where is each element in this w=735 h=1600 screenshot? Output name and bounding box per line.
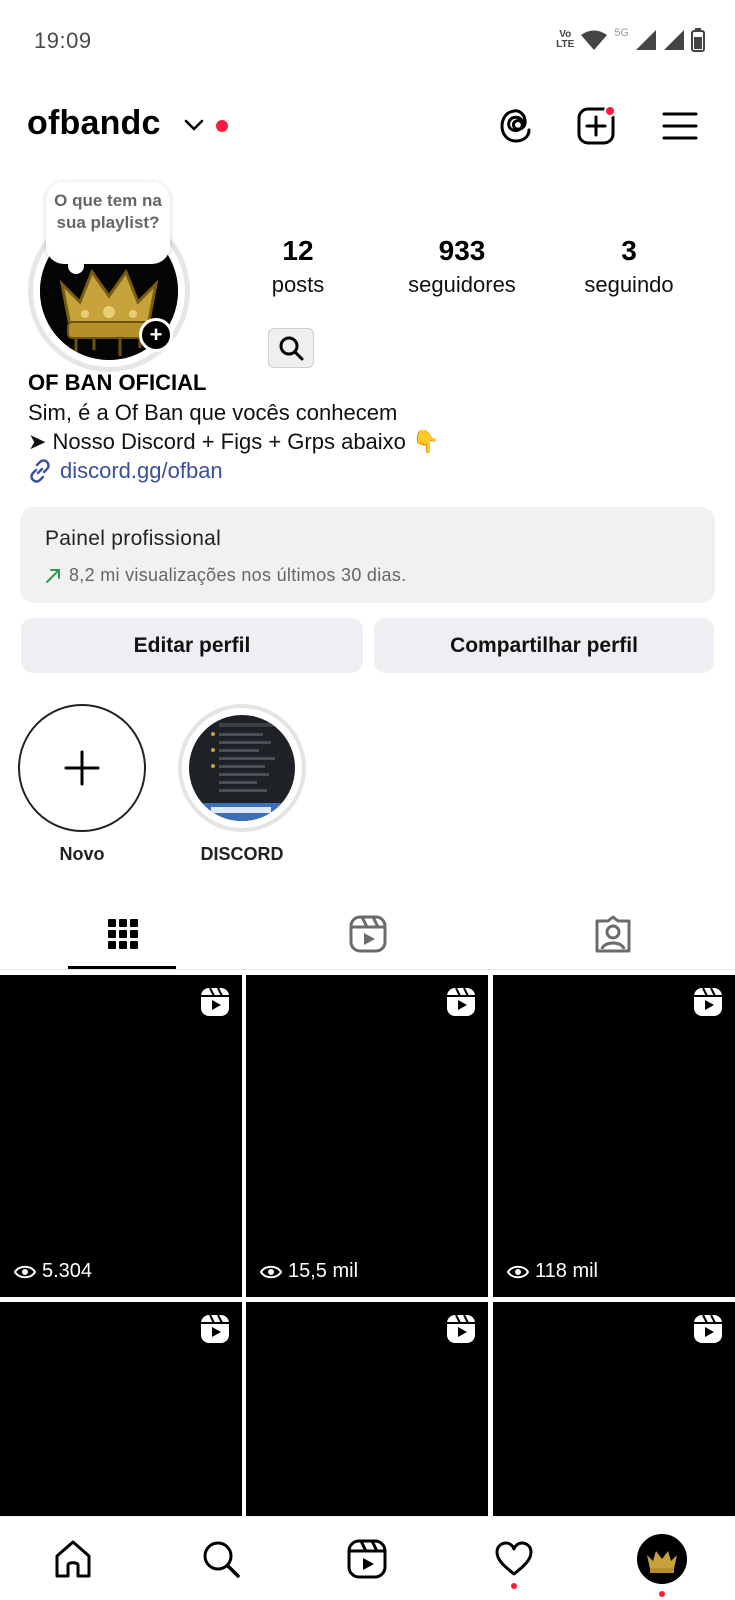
profile-avatar	[637, 1534, 687, 1584]
search-icon	[203, 1541, 240, 1578]
grid-post[interactable]: 118 mil	[493, 975, 735, 1297]
note-text: O que tem na sua playlist?	[54, 191, 162, 232]
stat-posts-value: 12	[282, 235, 314, 266]
notification-dot	[216, 120, 228, 132]
post-views-count: 5.304	[42, 1260, 93, 1282]
new-highlight-circle[interactable]	[18, 704, 146, 832]
status-bar: 19:09 Vo LTE 5G	[0, 0, 735, 84]
reel-icon	[447, 1314, 475, 1343]
fiveg-label: 5G	[614, 27, 629, 39]
stat-posts-label: posts	[271, 272, 325, 297]
create-notification-dot	[604, 105, 616, 117]
note-bubble-tail	[68, 258, 84, 274]
post-views: 15,5 mil	[260, 1260, 358, 1283]
stat-followers-value: 933	[438, 235, 486, 266]
edit-profile-button[interactable]: Editar perfil	[21, 618, 363, 673]
post-views-count: 118 mil	[535, 1260, 598, 1282]
discord-highlight-circle[interactable]	[178, 704, 306, 832]
reel-icon	[447, 987, 475, 1016]
reel-icon	[201, 987, 229, 1016]
professional-dashboard[interactable]: Painel profissional 8,2 mi visualizações…	[20, 507, 715, 603]
stat-posts[interactable]: 12 posts	[258, 234, 338, 302]
home-icon	[55, 1540, 91, 1578]
threads-icon	[500, 109, 531, 143]
nav-profile[interactable]	[617, 1517, 707, 1600]
stat-following-label: seguindo	[584, 272, 674, 297]
pro-panel-title: Painel profissional	[45, 527, 222, 550]
tab-reels[interactable]	[245, 898, 490, 970]
highlight-label-new: Novo	[59, 844, 105, 864]
share-profile-button[interactable]: Compartilhar perfil	[374, 618, 714, 673]
bio-link[interactable]: discord.gg/ofban	[28, 458, 223, 484]
pro-panel-subtitle: 8,2 mi visualizações nos últimos 30 dias…	[45, 565, 406, 586]
grid-icon	[107, 919, 138, 949]
signal-icon	[636, 30, 656, 50]
account-switcher[interactable]: ofbandc	[27, 104, 161, 143]
grid-post[interactable]: 5.304	[0, 975, 242, 1297]
reel-icon	[694, 987, 722, 1016]
stat-following[interactable]: 3 seguindo	[568, 234, 690, 302]
bio-line-2: ➤ Nosso Discord + Figs + Grps abaixo 👇	[28, 429, 440, 454]
reels-icon	[349, 915, 386, 953]
status-icons: Vo LTE 5G	[556, 27, 705, 52]
reels-icon	[347, 1539, 387, 1579]
volte-icon: Vo LTE	[556, 29, 575, 50]
nav-home[interactable]	[28, 1517, 118, 1600]
note-bubble[interactable]: O que tem na sua playlist?	[46, 182, 170, 274]
status-time: 19:09	[34, 28, 92, 53]
create-button[interactable]	[574, 104, 618, 148]
eye-icon	[260, 1265, 282, 1278]
nav-activity[interactable]	[469, 1517, 559, 1600]
eye-icon	[507, 1265, 529, 1278]
profile-notification-dot	[659, 1591, 665, 1597]
active-tab-indicator	[68, 966, 176, 969]
tab-grid[interactable]	[0, 898, 245, 970]
profile-tabs	[0, 898, 735, 970]
activity-notification-dot	[511, 1583, 517, 1589]
highlight-label-discord: DISCORD	[200, 844, 284, 864]
reel-icon	[201, 1314, 229, 1343]
profile-search-button[interactable]	[268, 328, 314, 368]
post-views-count: 15,5 mil	[288, 1260, 359, 1282]
chevron-down-icon[interactable]	[184, 118, 204, 132]
add-story-button[interactable]: +	[139, 318, 173, 352]
menu-button[interactable]	[658, 104, 702, 148]
post-views: 118 mil	[507, 1260, 598, 1283]
threads-button[interactable]	[494, 104, 538, 148]
search-icon	[279, 336, 304, 361]
heart-icon	[495, 1541, 533, 1576]
battery-icon	[691, 28, 705, 52]
reel-icon	[694, 1314, 722, 1343]
tagged-icon	[595, 915, 630, 953]
nav-reels[interactable]	[322, 1517, 412, 1600]
highlight-new[interactable]: Novo	[18, 704, 146, 865]
nav-search[interactable]	[176, 1517, 266, 1600]
stat-following-value: 3	[621, 235, 637, 266]
bio-link-text[interactable]: discord.gg/ofban	[60, 458, 223, 484]
bottom-navigation	[0, 1516, 735, 1600]
trend-up-icon	[46, 568, 60, 583]
menu-icon	[662, 112, 698, 140]
eye-icon	[14, 1265, 36, 1278]
wifi-icon	[581, 30, 608, 50]
highlight-discord[interactable]: DISCORD	[178, 704, 306, 865]
stat-followers-label: seguidores	[408, 272, 516, 297]
display-name: OF BAN OFICIAL	[28, 370, 207, 395]
tab-tagged[interactable]	[490, 898, 735, 970]
pro-panel-views: 8,2 mi visualizações nos últimos 30 dias…	[69, 565, 407, 585]
bio-line-1: Sim, é a Of Ban que vocês conhecem	[28, 400, 398, 425]
post-views: 5.304	[14, 1260, 92, 1283]
signal-icon-2	[664, 30, 684, 50]
plus-icon	[64, 750, 100, 786]
profile-header: ofbandc	[0, 100, 735, 160]
stat-followers[interactable]: 933 seguidores	[392, 234, 532, 302]
discord-highlight-thumbnail	[189, 715, 295, 821]
link-icon	[30, 459, 50, 483]
grid-post[interactable]: 15,5 mil	[246, 975, 488, 1297]
